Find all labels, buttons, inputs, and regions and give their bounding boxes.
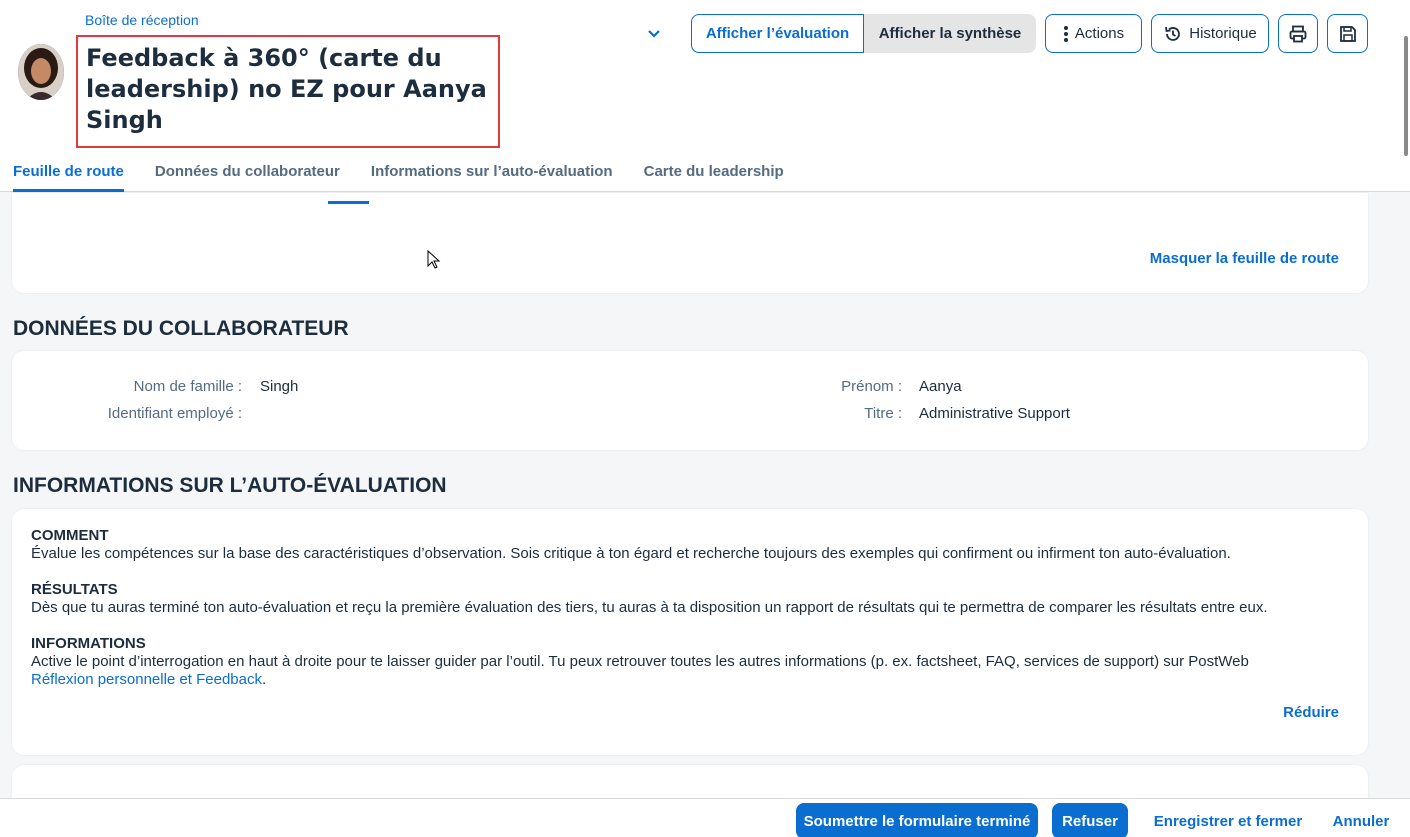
scrollbar[interactable]	[1404, 36, 1408, 156]
tab-employee-data[interactable]: Données du collaborateur	[142, 150, 358, 192]
info-text: Dès que tu auras terminé ton auto-évalua…	[31, 599, 1268, 616]
info-heading: RÉSULTATS	[31, 581, 118, 598]
title-highlight-box: Feedback à 360° (carte du leadership) no…	[76, 35, 500, 148]
self-eval-section-title: INFORMATIONS SUR L’AUTO-ÉVALUATION	[13, 474, 447, 497]
last-name-label: Nom de famille :	[133, 378, 242, 395]
save-and-close-button[interactable]: Enregistrer et fermer	[1143, 803, 1313, 837]
footer-toolbar: Soumettre le formulaire terminé Refuser …	[0, 798, 1410, 837]
tab-self-evaluation-info[interactable]: Informations sur l’auto-évaluation	[358, 150, 631, 192]
self-eval-card: COMMENT Évalue les compétences sur la ba…	[12, 509, 1368, 755]
history-button[interactable]: Historique	[1151, 14, 1269, 53]
actions-button[interactable]: Actions	[1045, 14, 1142, 53]
info-block-results: RÉSULTATS Dès que tu auras terminé ton a…	[31, 581, 1351, 617]
first-name-label: Prénom :	[841, 378, 902, 395]
info-text-body: Active le point d’interrogation en haut …	[31, 653, 1249, 670]
show-summary-button[interactable]: Afficher la synthèse	[864, 14, 1036, 53]
cancel-button[interactable]: Annuler	[1322, 803, 1400, 837]
info-heading: INFORMATIONS	[31, 635, 146, 652]
job-title-label: Titre :	[864, 405, 902, 422]
save-icon	[1338, 24, 1358, 44]
personal-reflection-link[interactable]: Réflexion personnelle et Feedback	[31, 671, 262, 688]
chevron-down-icon[interactable]	[644, 24, 664, 44]
info-heading: COMMENT	[31, 527, 109, 544]
tab-leadership-map[interactable]: Carte du leadership	[631, 150, 802, 192]
roadmap-card: Masquer la feuille de route	[12, 193, 1368, 293]
employee-card: Nom de famille : Singh Identifiant emplo…	[12, 351, 1368, 450]
info-text: Active le point d’interrogation en haut …	[31, 653, 1351, 689]
info-block-how: COMMENT Évalue les compétences sur la ba…	[31, 527, 1351, 563]
history-icon	[1163, 24, 1183, 44]
page-title: Feedback à 360° (carte du leadership) no…	[86, 44, 487, 134]
info-text-suffix: .	[261, 671, 267, 688]
actions-label: Actions	[1074, 25, 1125, 42]
info-text: Évalue les compétences sur la base des c…	[31, 545, 1231, 562]
mouse-cursor-icon	[427, 249, 441, 270]
last-name-value: Singh	[260, 378, 299, 395]
job-title-value: Administrative Support	[919, 405, 1070, 422]
breadcrumb[interactable]: Boîte de réception	[85, 12, 199, 28]
print-button[interactable]	[1278, 14, 1318, 53]
tab-roadmap[interactable]: Feuille de route	[0, 150, 142, 192]
show-evaluation-button[interactable]: Afficher l’évaluation	[691, 14, 864, 53]
section-tabs: Feuille de route Données du collaborateu…	[0, 150, 802, 192]
roadmap-step-indicator	[328, 201, 369, 204]
printer-icon	[1288, 24, 1308, 44]
employee-section-title: DONNÉES DU COLLABORATEUR	[13, 317, 349, 340]
first-name-value: Aanya	[919, 378, 962, 395]
employee-id-label: Identifiant employé :	[107, 405, 242, 422]
save-button[interactable]	[1327, 14, 1368, 53]
hide-roadmap-link[interactable]: Masquer la feuille de route	[1150, 250, 1339, 267]
avatar	[18, 44, 64, 100]
view-toggle: Afficher l’évaluation Afficher la synthè…	[691, 14, 1036, 53]
collapse-link[interactable]: Réduire	[1283, 704, 1339, 721]
page-header: Boîte de réception Feedback à 360° (cart…	[0, 0, 1410, 192]
refuse-button[interactable]: Refuser	[1052, 803, 1128, 837]
submit-form-button[interactable]: Soumettre le formulaire terminé	[796, 803, 1038, 837]
more-vertical-icon	[1063, 25, 1069, 43]
info-block-information: INFORMATIONS Active le point d’interroga…	[31, 635, 1351, 689]
history-label: Historique	[1189, 25, 1257, 42]
